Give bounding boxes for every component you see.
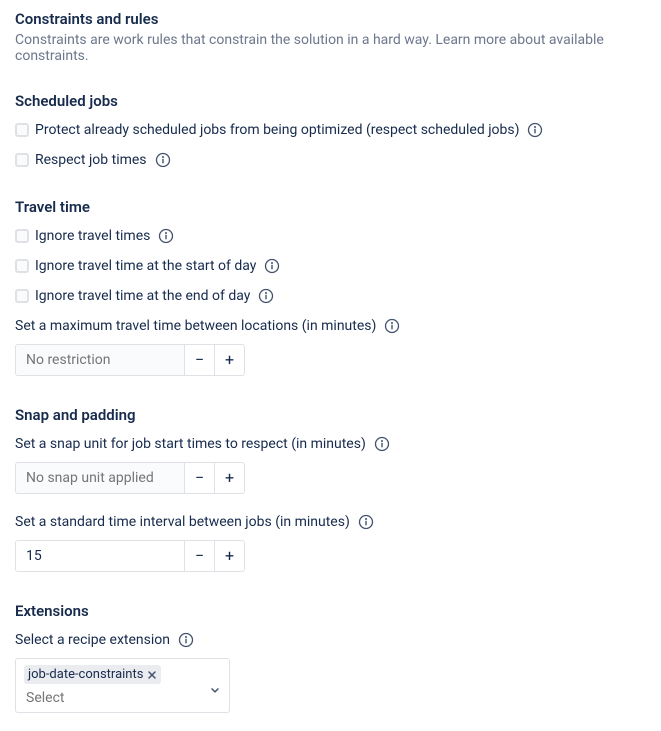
multiselect-search-input[interactable] bbox=[24, 684, 221, 706]
info-icon[interactable] bbox=[258, 288, 274, 304]
selected-tag: job-date-constraints bbox=[24, 665, 161, 684]
field-label: Set a snap unit for job start times to r… bbox=[15, 436, 366, 452]
section-scheduled-jobs: Scheduled jobs Protect already scheduled… bbox=[15, 92, 646, 168]
info-icon[interactable] bbox=[158, 228, 174, 244]
checkbox-row-ignore-travel: Ignore travel times bbox=[15, 228, 646, 244]
info-icon[interactable] bbox=[358, 514, 374, 530]
checkbox-respect-times[interactable] bbox=[15, 153, 29, 167]
field-label-row-snap-unit: Set a snap unit for job start times to r… bbox=[15, 436, 646, 452]
checkbox-ignore-end[interactable] bbox=[15, 289, 29, 303]
section-title-extensions: Extensions bbox=[15, 602, 646, 620]
checkbox-ignore-start[interactable] bbox=[15, 259, 29, 273]
tag-remove-icon[interactable] bbox=[147, 670, 157, 680]
snap-unit-input[interactable] bbox=[15, 462, 185, 494]
info-icon[interactable] bbox=[155, 152, 171, 168]
info-icon[interactable] bbox=[374, 436, 390, 452]
info-icon[interactable] bbox=[178, 632, 194, 648]
checkbox-label: Ignore travel time at the end of day bbox=[35, 288, 250, 304]
checkbox-label: Ignore travel time at the start of day bbox=[35, 258, 256, 274]
tag-label: job-date-constraints bbox=[28, 667, 143, 682]
info-icon[interactable] bbox=[527, 122, 543, 138]
checkbox-row-ignore-end: Ignore travel time at the end of day bbox=[15, 288, 646, 304]
info-icon[interactable] bbox=[384, 318, 400, 334]
section-title-travel-time: Travel time bbox=[15, 198, 646, 216]
checkbox-row-respect-times: Respect job times bbox=[15, 152, 646, 168]
checkbox-label: Respect job times bbox=[35, 152, 147, 168]
multiselect-tags: job-date-constraints bbox=[24, 665, 221, 684]
checkbox-label: Ignore travel times bbox=[35, 228, 150, 244]
stepper-plus-button[interactable]: + bbox=[215, 540, 245, 572]
stepper-minus-button[interactable]: − bbox=[185, 344, 215, 376]
checkbox-protect-scheduled[interactable] bbox=[15, 123, 29, 137]
snap-unit-stepper: − + bbox=[15, 462, 646, 494]
section-extensions: Extensions Select a recipe extension job… bbox=[15, 602, 646, 713]
section-snap-padding: Snap and padding Set a snap unit for job… bbox=[15, 406, 646, 572]
page-title: Constraints and rules bbox=[15, 10, 646, 28]
stepper-plus-button[interactable]: + bbox=[215, 344, 245, 376]
field-label: Set a maximum travel time between locati… bbox=[15, 318, 376, 334]
interval-input[interactable] bbox=[15, 540, 185, 572]
stepper-plus-button[interactable]: + bbox=[215, 462, 245, 494]
section-title-snap-padding: Snap and padding bbox=[15, 406, 646, 424]
field-label-row-max-travel: Set a maximum travel time between locati… bbox=[15, 318, 646, 334]
field-label-row-interval: Set a standard time interval between job… bbox=[15, 514, 646, 530]
interval-stepper: − + bbox=[15, 540, 646, 572]
checkbox-ignore-travel[interactable] bbox=[15, 229, 29, 243]
field-label-row-extension: Select a recipe extension bbox=[15, 632, 646, 648]
checkbox-label: Protect already scheduled jobs from bein… bbox=[35, 122, 519, 138]
stepper-minus-button[interactable]: − bbox=[185, 462, 215, 494]
field-label: Set a standard time interval between job… bbox=[15, 514, 350, 530]
field-label: Select a recipe extension bbox=[15, 632, 170, 648]
extension-multiselect[interactable]: job-date-constraints bbox=[15, 658, 230, 713]
info-icon[interactable] bbox=[264, 258, 280, 274]
section-travel-time: Travel time Ignore travel times Ignore t… bbox=[15, 198, 646, 376]
checkbox-row-ignore-start: Ignore travel time at the start of day bbox=[15, 258, 646, 274]
stepper-minus-button[interactable]: − bbox=[185, 540, 215, 572]
checkbox-row-protect-scheduled: Protect already scheduled jobs from bein… bbox=[15, 122, 646, 138]
max-travel-stepper: − + bbox=[15, 344, 646, 376]
max-travel-input[interactable] bbox=[15, 344, 185, 376]
section-title-scheduled-jobs: Scheduled jobs bbox=[15, 92, 646, 110]
page-description: Constraints are work rules that constrai… bbox=[15, 32, 646, 64]
